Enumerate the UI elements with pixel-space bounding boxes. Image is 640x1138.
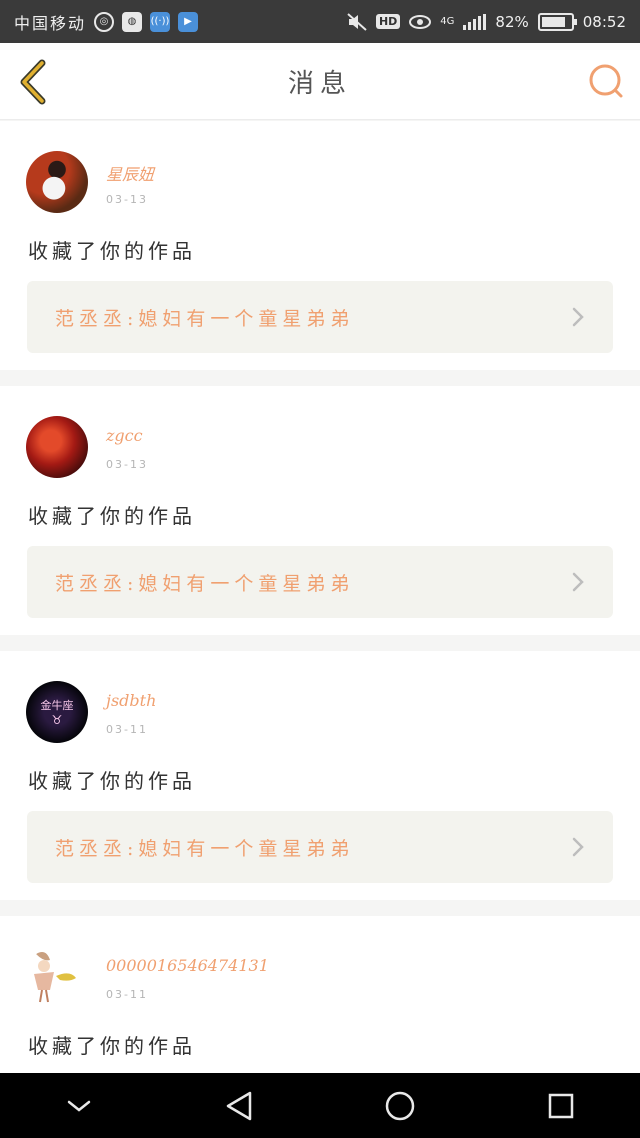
- divider: [0, 370, 640, 386]
- clock: 08:52: [582, 12, 626, 31]
- carrier-name: 中国移动: [14, 13, 87, 33]
- battery-icon: [537, 12, 577, 31]
- network-type: 4G: [440, 16, 455, 27]
- message-date: 03-11: [106, 723, 148, 736]
- divider: [0, 900, 640, 916]
- work-link[interactable]: 范丞丞:媳妇有一个童星弟弟: [27, 811, 613, 883]
- message-date: 03-13: [106, 458, 148, 471]
- work-link[interactable]: 范丞丞:媳妇有一个童星弟弟: [27, 281, 613, 353]
- app-header: 消息: [0, 43, 640, 120]
- page-title: 消息: [287, 68, 352, 99]
- username[interactable]: 0000016546474131: [106, 956, 269, 975]
- avatar[interactable]: [26, 151, 88, 213]
- avatar[interactable]: [26, 416, 88, 478]
- action-text: 收藏了你的作品: [28, 1034, 196, 1058]
- divider: [0, 635, 640, 651]
- action-text: 收藏了你的作品: [28, 239, 196, 263]
- system-nav-bar: [0, 1073, 640, 1138]
- action-text: 收藏了你的作品: [28, 504, 196, 528]
- message-date: 03-11: [106, 988, 148, 1001]
- message-item: 金牛座 ♉ jsdbth 03-11 收藏了你的作品 范丞丞:媳妇有一个童星弟弟: [0, 651, 640, 900]
- message-item: 星辰妞 03-13 收藏了你的作品 范丞丞:媳妇有一个童星弟弟: [0, 121, 640, 370]
- netease-music-icon: ◎: [94, 11, 115, 32]
- avatar-text: 金牛座: [40, 699, 74, 712]
- back-arrow-icon[interactable]: [16, 59, 50, 105]
- back-triangle-icon[interactable]: [224, 1090, 254, 1122]
- avatar[interactable]: 金牛座 ♉: [26, 681, 88, 743]
- anime-character-icon: [34, 952, 76, 1003]
- battery-fill: [541, 16, 565, 27]
- eye-comfort-icon: [409, 14, 432, 29]
- username[interactable]: 星辰妞: [106, 161, 154, 185]
- battery-percent: 82%: [495, 12, 529, 31]
- home-circle-icon[interactable]: [384, 1090, 416, 1122]
- message-date: 03-13: [106, 193, 148, 206]
- video-player-icon: ▶: [178, 11, 199, 32]
- chevron-right-icon: [572, 837, 584, 857]
- work-title: 范丞丞:媳妇有一个童星弟弟: [55, 572, 355, 595]
- broadcast-icon: ((·)): [150, 11, 171, 32]
- action-text: 收藏了你的作品: [28, 769, 196, 793]
- chevron-right-icon: [572, 307, 584, 327]
- sina-icon: ◍: [122, 11, 143, 32]
- work-link[interactable]: 范丞丞:媳妇有一个童星弟弟: [27, 546, 613, 618]
- recents-square-icon[interactable]: [547, 1092, 575, 1120]
- avatar[interactable]: [26, 946, 88, 1008]
- message-item: zgcc 03-13 收藏了你的作品 范丞丞:媳妇有一个童星弟弟: [0, 386, 640, 635]
- username[interactable]: zgcc: [106, 426, 143, 445]
- chevron-right-icon: [572, 572, 584, 592]
- signal-icon: [463, 13, 487, 30]
- username[interactable]: jsdbth: [106, 691, 156, 710]
- taurus-icon: ♉: [51, 713, 63, 727]
- work-title: 范丞丞:媳妇有一个童星弟弟: [55, 837, 355, 860]
- mute-icon: [347, 12, 367, 31]
- message-list: 星辰妞 03-13 收藏了你的作品 范丞丞:媳妇有一个童星弟弟 zgcc 03-…: [0, 121, 640, 1138]
- hd-badge: HD: [375, 14, 401, 29]
- work-title: 范丞丞:媳妇有一个童星弟弟: [55, 307, 355, 330]
- chevron-down-icon[interactable]: [65, 1097, 93, 1115]
- status-bar: 中国移动 ◎ ◍ ((·)) ▶ HD 4G 82% 08:52: [0, 0, 640, 43]
- search-icon[interactable]: [588, 63, 624, 99]
